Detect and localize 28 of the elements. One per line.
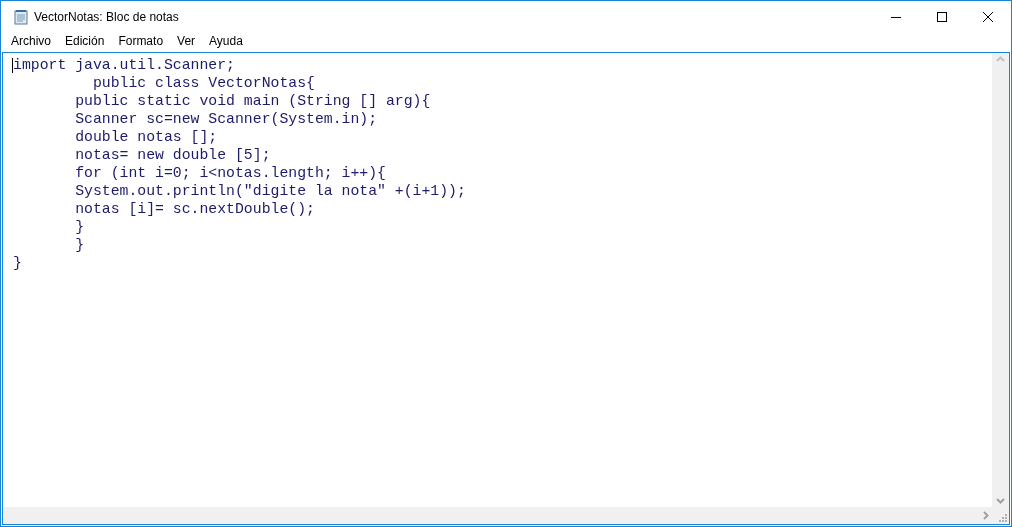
code-line: import java.util.Scanner;	[13, 56, 235, 74]
window-title: VectorNotas: Bloc de notas	[34, 8, 179, 26]
code-line: public class VectorNotas{	[91, 74, 315, 92]
code-line: System.out.println("digite la nota" +(i+1));	[74, 182, 466, 200]
resize-grip-icon[interactable]	[998, 513, 1007, 522]
menu-item[interactable]: Formato	[111, 32, 171, 51]
code-line: double notas [];	[74, 128, 218, 146]
scroll-down-icon[interactable]	[996, 498, 1005, 504]
code-line: notas= new double [5];	[74, 146, 271, 164]
vertical-scrollbar[interactable]	[992, 53, 1009, 507]
code-line: notas [i]= sc.nextDouble();	[74, 200, 315, 218]
close-icon	[983, 11, 993, 22]
menu-item[interactable]: Edición	[58, 32, 112, 51]
notepad-icon	[13, 8, 29, 25]
scroll-up-icon[interactable]	[996, 56, 1005, 62]
code-line: }	[74, 236, 85, 254]
horizontal-scrollbar[interactable]	[3, 507, 992, 524]
code-line: }	[13, 254, 22, 272]
code-line: for (int i=0; i<notas.length; i++){	[74, 164, 386, 182]
scroll-right-icon[interactable]	[983, 511, 989, 520]
code-line: Scanner sc=new Scanner(System.in);	[74, 110, 378, 128]
code-line: public static void main (String [] arg){	[74, 92, 431, 110]
menu-item[interactable]: Archivo	[4, 32, 58, 51]
menu-item[interactable]: Ver	[170, 32, 203, 51]
maximize-icon	[937, 11, 947, 22]
menu-item[interactable]: Ayuda	[202, 32, 250, 51]
code-line: }	[74, 218, 85, 236]
text-cursor	[12, 58, 13, 73]
